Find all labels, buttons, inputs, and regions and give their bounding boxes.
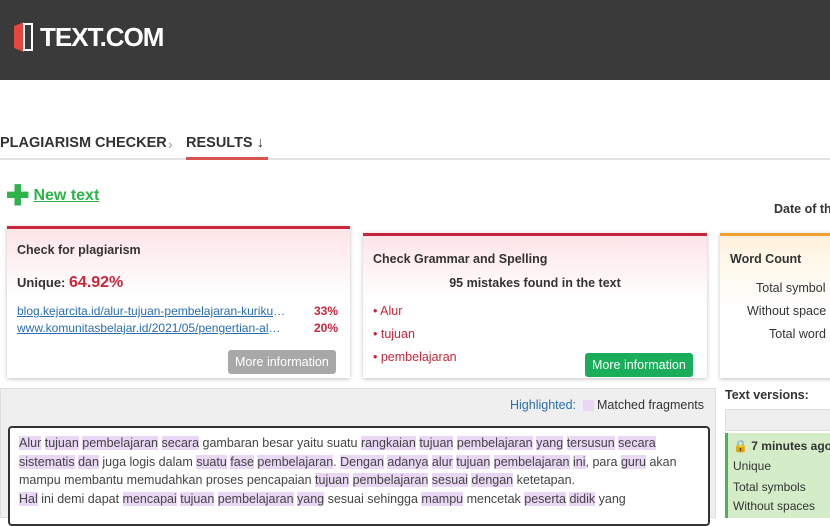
new-text-button[interactable]: ✚ New text <box>6 180 100 211</box>
logo-door-icon <box>12 20 34 54</box>
text-versions-title: Text versions: <box>725 388 809 402</box>
active-tab-underline <box>186 157 268 160</box>
word-count-row: Total symbol <box>756 281 826 295</box>
date-label: Date of th <box>774 202 830 216</box>
grammar-card: Check Grammar and Spelling 95 mistakes f… <box>363 233 707 378</box>
word-count-row: Without space <box>747 304 827 318</box>
matched-fragments-label: Matched fragments <box>597 398 704 412</box>
version-time: 🔒 7 minutes ago <box>733 439 830 453</box>
logo[interactable]: TEXT.COM <box>12 20 164 54</box>
mistake-item[interactable]: • tujuan <box>373 327 415 341</box>
unique-score: Unique: 64.92% <box>17 274 123 292</box>
plagiarism-card: Check for plagiarism Unique: 64.92% blog… <box>7 226 350 378</box>
new-text-label: New text <box>33 187 100 204</box>
version-row: Unique <box>733 459 772 473</box>
breadcrumb-plagiarism-checker[interactable]: PLAGIARISM CHECKER <box>0 135 167 151</box>
plus-icon: ✚ <box>6 180 30 211</box>
plagiarism-more-info-button[interactable]: More information <box>228 350 336 374</box>
version-row: Total symbols <box>733 480 806 494</box>
unique-value: 64.92% <box>69 274 124 291</box>
version-row: Without spaces <box>733 499 816 513</box>
source-link[interactable]: blog.kejarcita.id/alur-tujuan-pembelajar… <box>17 304 287 318</box>
versions-bar <box>725 409 830 431</box>
word-count-title: Word Count <box>730 252 802 266</box>
breadcrumb-separator: › <box>168 136 173 152</box>
logo-text: TEXT.COM <box>40 21 164 52</box>
highlighted-label: Highlighted: <box>510 398 577 412</box>
mistakes-summary: 95 mistakes found in the text <box>449 276 621 290</box>
grammar-title: Check Grammar and Spelling <box>373 252 548 266</box>
top-bar: TEXT.COM <box>0 0 830 80</box>
lock-icon: 🔒 <box>733 439 748 453</box>
breadcrumb: PLAGIARISM CHECKER › RESULTS ↓ <box>0 128 830 160</box>
grammar-more-info-button[interactable]: More information <box>585 353 693 377</box>
source-percent: 20% <box>314 321 339 335</box>
text-panel: Highlighted: Matched fragments Alur tuju… <box>0 388 716 526</box>
word-count-row: Total word <box>769 327 826 341</box>
mistake-item[interactable]: • Alur <box>373 304 402 318</box>
plagiarism-title: Check for plagiarism <box>17 243 141 257</box>
source-percent: 33% <box>314 304 339 318</box>
unique-label: Unique: <box>17 275 66 290</box>
checked-text[interactable]: Alur tujuan pembelajaran secara gambaran… <box>8 426 710 526</box>
source-link[interactable]: www.komunitasbelajar.id/2021/05/pengerti… <box>17 321 287 335</box>
word-count-card: Word Count Total symbol Without space To… <box>720 233 830 378</box>
version-item[interactable]: 🔒 7 minutes ago Unique Total symbols Wit… <box>725 433 830 518</box>
breadcrumb-results[interactable]: RESULTS ↓ <box>186 135 264 151</box>
matched-swatch <box>583 400 594 411</box>
mistake-item[interactable]: • pembelajaran <box>373 350 457 364</box>
